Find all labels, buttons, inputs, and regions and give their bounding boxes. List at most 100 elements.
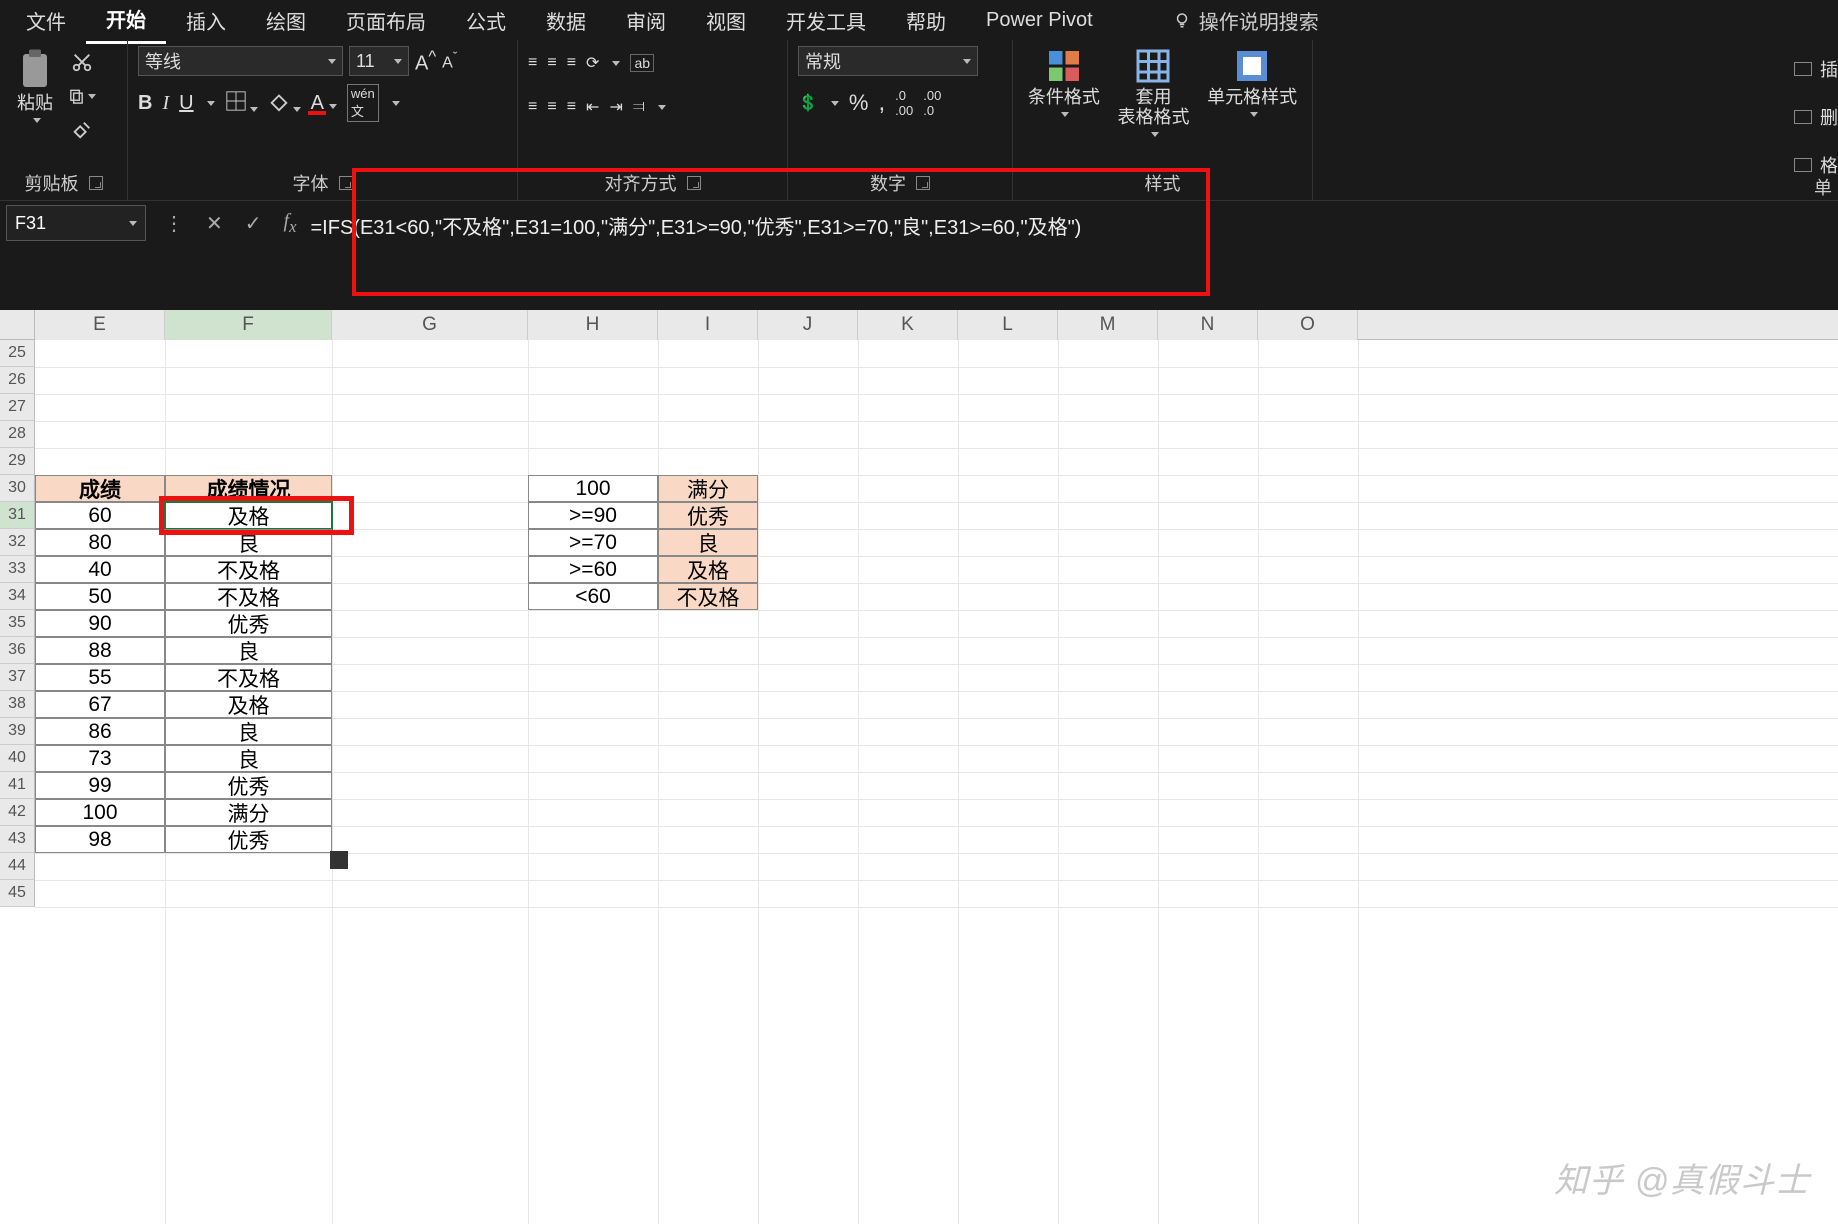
table1-status-39[interactable]: 良 (165, 718, 332, 745)
cell-styles-button[interactable]: 单元格样式 (1203, 46, 1301, 119)
copy-button[interactable] (68, 82, 96, 110)
tab-review[interactable]: 审阅 (606, 0, 686, 43)
table2-label-30[interactable]: 满分 (658, 475, 758, 502)
cut-button[interactable] (68, 48, 96, 76)
tab-formulas[interactable]: 公式 (446, 0, 526, 43)
tab-file[interactable]: 文件 (6, 0, 86, 43)
table2-cond-34[interactable]: <60 (528, 583, 658, 610)
row-header-36[interactable]: 36 (0, 637, 35, 664)
tell-me-search[interactable]: 操作说明搜索 (1153, 0, 1339, 43)
row-header-42[interactable]: 42 (0, 799, 35, 826)
table1-score-39[interactable]: 86 (35, 718, 165, 745)
column-header-I[interactable]: I (658, 310, 758, 340)
row-header-37[interactable]: 37 (0, 664, 35, 691)
decrease-indent-button[interactable]: ⇤ (586, 97, 599, 117)
align-bottom-button[interactable]: ≡ (567, 54, 576, 72)
table1-score-34[interactable]: 50 (35, 583, 165, 610)
format-painter-button[interactable] (68, 116, 96, 144)
row-header-27[interactable]: 27 (0, 394, 35, 421)
number-dialog-launcher[interactable] (916, 176, 930, 190)
table2-cond-31[interactable]: >=90 (528, 502, 658, 529)
row-header-33[interactable]: 33 (0, 556, 35, 583)
table2-label-33[interactable]: 及格 (658, 556, 758, 583)
column-header-O[interactable]: O (1258, 310, 1358, 340)
bold-button[interactable]: B (138, 92, 152, 115)
wrap-text-button[interactable]: ab (630, 54, 654, 72)
font-dialog-launcher[interactable] (339, 176, 353, 190)
row-header-44[interactable]: 44 (0, 853, 35, 880)
row-header-25[interactable]: 25 (0, 340, 35, 367)
table1-status-37[interactable]: 不及格 (165, 664, 332, 691)
cell-grid[interactable]: 成绩成绩情况60及格80良40不及格50不及格90优秀88良55不及格67及格8… (35, 340, 1838, 1224)
table1-status-34[interactable]: 不及格 (165, 583, 332, 610)
row-header-34[interactable]: 34 (0, 583, 35, 610)
decrease-decimal-button[interactable]: .00.0 (923, 88, 941, 118)
paste-button[interactable]: 粘贴 (10, 46, 60, 125)
table1-status-41[interactable]: 优秀 (165, 772, 332, 799)
column-header-G[interactable]: G (332, 310, 528, 340)
table1-status-36[interactable]: 良 (165, 637, 332, 664)
number-format-select[interactable]: 常规 (798, 46, 978, 76)
row-header-41[interactable]: 41 (0, 772, 35, 799)
percent-button[interactable]: % (849, 90, 869, 116)
row-header-26[interactable]: 26 (0, 367, 35, 394)
column-header-K[interactable]: K (858, 310, 958, 340)
align-middle-button[interactable]: ≡ (547, 54, 556, 72)
column-header-H[interactable]: H (528, 310, 658, 340)
font-color-button[interactable]: A (311, 92, 337, 115)
row-header-38[interactable]: 38 (0, 691, 35, 718)
column-header-M[interactable]: M (1058, 310, 1158, 340)
delete-cells-button[interactable]: 删 (1794, 104, 1838, 130)
tab-developer[interactable]: 开发工具 (766, 0, 886, 43)
autofill-options-button[interactable] (330, 851, 348, 869)
tab-powerpivot[interactable]: Power Pivot (966, 1, 1113, 40)
conditional-formatting-button[interactable]: 条件格式 (1024, 46, 1104, 119)
table2-cond-30[interactable]: 100 (528, 475, 658, 502)
increase-indent-button[interactable]: ⇥ (609, 97, 622, 117)
increase-font-button[interactable]: A^ (415, 47, 436, 76)
underline-button[interactable]: U (179, 92, 193, 115)
tab-view[interactable]: 视图 (686, 0, 766, 43)
tab-data[interactable]: 数据 (526, 0, 606, 43)
table1-status-43[interactable]: 优秀 (165, 826, 332, 853)
row-header-45[interactable]: 45 (0, 880, 35, 907)
clipboard-dialog-launcher[interactable] (89, 176, 103, 190)
tab-help[interactable]: 帮助 (886, 0, 966, 43)
accounting-format-button[interactable]: 💲 (798, 93, 818, 113)
table1-score-42[interactable]: 100 (35, 799, 165, 826)
enter-formula-button[interactable]: ✓ (245, 211, 262, 236)
table1-score-33[interactable]: 40 (35, 556, 165, 583)
table1-score-36[interactable]: 88 (35, 637, 165, 664)
column-header-J[interactable]: J (758, 310, 858, 340)
table1-score-43[interactable]: 98 (35, 826, 165, 853)
column-header-F[interactable]: F (165, 310, 332, 340)
align-right-button[interactable]: ≡ (567, 98, 576, 116)
table2-label-31[interactable]: 优秀 (658, 502, 758, 529)
orientation-button[interactable]: ⟳ (586, 53, 599, 73)
italic-button[interactable]: I (162, 92, 169, 115)
table2-label-34[interactable]: 不及格 (658, 583, 758, 610)
tab-draw[interactable]: 绘图 (246, 0, 326, 43)
font-name-select[interactable]: 等线 (138, 46, 343, 76)
table2-cond-32[interactable]: >=70 (528, 529, 658, 556)
table2-cond-33[interactable]: >=60 (528, 556, 658, 583)
insert-function-button[interactable]: fx (284, 210, 297, 237)
table1-score-41[interactable]: 99 (35, 772, 165, 799)
insert-cells-button[interactable]: 插 (1794, 56, 1838, 82)
row-header-40[interactable]: 40 (0, 745, 35, 772)
increase-decimal-button[interactable]: .0.00 (895, 88, 913, 118)
fill-color-button[interactable] (268, 90, 301, 117)
borders-button[interactable] (225, 90, 258, 117)
table1-header-score[interactable]: 成绩 (35, 475, 165, 502)
table2-label-32[interactable]: 良 (658, 529, 758, 556)
row-header-28[interactable]: 28 (0, 421, 35, 448)
column-header-E[interactable]: E (35, 310, 165, 340)
row-header-43[interactable]: 43 (0, 826, 35, 853)
row-header-31[interactable]: 31 (0, 502, 35, 529)
column-header-L[interactable]: L (958, 310, 1058, 340)
table1-score-32[interactable]: 80 (35, 529, 165, 556)
table1-score-40[interactable]: 73 (35, 745, 165, 772)
table1-status-33[interactable]: 不及格 (165, 556, 332, 583)
table1-status-40[interactable]: 良 (165, 745, 332, 772)
name-box[interactable]: F31 (6, 205, 146, 241)
